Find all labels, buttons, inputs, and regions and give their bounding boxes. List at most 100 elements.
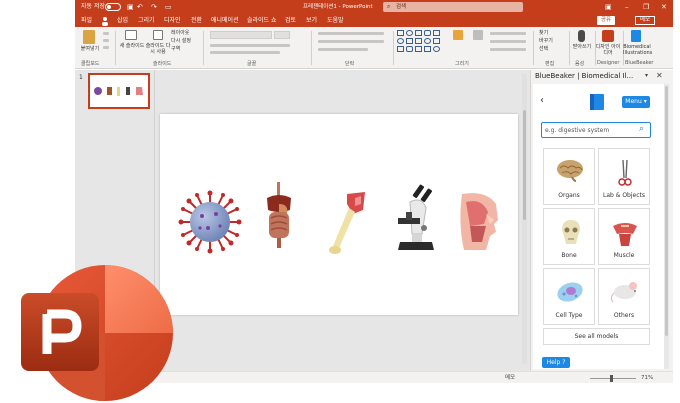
ribbon-display-icon[interactable]: ▣ [605, 2, 612, 12]
cell-icon [557, 282, 583, 302]
zoom-level[interactable]: 71% [641, 374, 653, 382]
microscope-icon[interactable] [392, 182, 438, 256]
group-editing: 편집 [545, 61, 555, 67]
category-label: Lab & Objects [603, 192, 645, 199]
slide-number: 1 [79, 74, 83, 81]
back-icon[interactable]: ‹ [540, 95, 544, 107]
search-icon[interactable]: ⌕ [639, 124, 644, 135]
tab-help[interactable]: 도움말 [327, 17, 344, 25]
group-designer: Designer [597, 60, 620, 66]
category-card-muscle[interactable]: Muscle [598, 208, 650, 265]
minimize-icon[interactable]: – [625, 2, 629, 12]
powerpoint-logo-icon [21, 265, 173, 401]
slide-canvas[interactable] [160, 114, 518, 315]
arrange-icon[interactable] [453, 30, 463, 40]
see-all-models-button[interactable]: See all models [543, 328, 650, 345]
app-window: 자동 저장 ▣ ↶ ↷ ▭ 프레젠테이션1 - PowerPoint ⌕ 검색 … [0, 0, 680, 403]
menu-button[interactable]: Menu ▾ [622, 96, 650, 108]
bluebeaker-ribbon-label[interactable]: Biomedical Illustrations [623, 44, 652, 56]
model-search-input[interactable] [545, 125, 635, 135]
group-clipboard: 클립보드 [81, 61, 100, 67]
bone-icon[interactable] [325, 190, 369, 256]
category-card-others[interactable]: Others [598, 268, 650, 325]
tab-draw[interactable]: 그리기 [138, 17, 155, 25]
pane-close-icon[interactable]: ✕ [656, 71, 663, 80]
forceps-icon [618, 159, 632, 186]
skull-icon [562, 220, 580, 244]
tab-design[interactable]: 디자인 [164, 17, 181, 25]
help-button[interactable]: Help ? [542, 357, 570, 368]
undo-icon[interactable]: ↶ [137, 2, 143, 12]
reset-button[interactable]: 다시 설정 [171, 38, 191, 44]
section-button[interactable]: 구역 [171, 46, 180, 52]
redo-icon[interactable]: ↷ [151, 2, 157, 12]
bluebeaker-ribbon-icon[interactable] [631, 30, 641, 42]
search-icon: ⌕ [387, 3, 391, 10]
shapes-gallery[interactable] [397, 30, 443, 54]
tab-file[interactable]: 파일 [81, 17, 92, 25]
tab-transitions[interactable]: 전환 [191, 17, 202, 25]
category-label: Cell Type [555, 312, 583, 319]
paste-label[interactable]: 붙여넣기 [78, 46, 102, 52]
model-search[interactable] [541, 122, 651, 138]
group-drawing: 그리기 [455, 61, 469, 67]
tab-review[interactable]: 검토 [285, 17, 296, 25]
replace-button[interactable]: 바꾸기 [539, 38, 553, 44]
quick-styles-icon[interactable] [473, 30, 483, 40]
tab-slideshow[interactable]: 슬라이드 쇼 [247, 17, 277, 25]
dictate-label[interactable]: 받아쓰기 [571, 44, 593, 50]
zoom-slider-thumb[interactable] [610, 375, 613, 382]
document-title: 프레젠테이션1 - PowerPoint [303, 4, 373, 10]
layout-button[interactable]: 레이아웃 [171, 30, 189, 36]
pane-options-icon[interactable]: ▾ [645, 72, 648, 79]
editor-scrollbar-thumb[interactable] [523, 110, 526, 220]
bluebeaker-logo [590, 94, 604, 110]
slide-thumbnail[interactable] [88, 73, 150, 109]
pane-title: BlueBeaker | Biomedical Il... [535, 72, 634, 80]
reuse-slides-label[interactable]: 슬라이드 다시 사용 [145, 43, 171, 55]
share-button[interactable]: 공유 [597, 16, 616, 25]
find-button[interactable]: 찾기 [539, 30, 548, 36]
thumbnail-preview [94, 87, 143, 96]
virus-icon[interactable] [178, 190, 242, 254]
head-anatomy-icon[interactable] [456, 190, 502, 252]
account-icon[interactable] [101, 16, 109, 26]
category-card-lab-objects[interactable]: Lab & Objects [598, 148, 650, 205]
paste-icon[interactable] [83, 30, 95, 44]
designer-label[interactable]: 디자인 아이디어 [595, 44, 621, 56]
title-bar: 자동 저장 ▣ ↶ ↷ ▭ 프레젠테이션1 - PowerPoint ⌕ 검색 … [75, 0, 673, 14]
select-button[interactable]: 선택 [539, 46, 548, 52]
category-label: Bone [561, 252, 577, 259]
tab-view[interactable]: 보기 [306, 17, 317, 25]
reuse-slides-icon[interactable] [153, 30, 163, 40]
restore-icon[interactable]: ❐ [643, 2, 649, 12]
new-slide-icon[interactable] [125, 30, 137, 40]
comments-button[interactable]: 메모 [635, 16, 656, 25]
brain-icon [557, 160, 583, 182]
group-slides: 슬라이드 [153, 61, 172, 67]
designer-icon[interactable] [602, 30, 614, 42]
present-icon[interactable]: ▭ [165, 2, 172, 12]
category-card-organs[interactable]: Organs [543, 148, 595, 205]
dictate-icon[interactable] [578, 30, 585, 42]
category-card-cell-type[interactable]: Cell Type [543, 268, 595, 325]
category-label: Muscle [613, 252, 635, 259]
category-card-bone[interactable]: Bone [543, 208, 595, 265]
digestive-organs-icon[interactable] [263, 182, 295, 252]
group-bluebeaker: BlueBeaker [625, 60, 654, 66]
font-family-select[interactable] [210, 31, 272, 39]
group-font: 글꼴 [247, 61, 257, 67]
pane-scrollbar-thumb[interactable] [665, 86, 668, 336]
font-size-select[interactable] [274, 31, 290, 39]
ribbon-tabs: 파일 삽입 그리기 디자인 전환 애니메이션 슬라이드 쇼 검토 보기 도움말 … [75, 14, 673, 27]
notes-button[interactable]: 메모 [505, 374, 515, 382]
autosave-toggle[interactable] [105, 3, 121, 11]
search-box[interactable]: ⌕ 검색 [383, 2, 523, 12]
zoom-slider[interactable] [590, 378, 636, 379]
mouse-icon [611, 282, 637, 303]
save-icon[interactable]: ▣ [127, 2, 134, 12]
close-icon[interactable]: ✕ [661, 2, 667, 12]
tab-insert[interactable]: 삽입 [117, 17, 128, 25]
new-slide-label[interactable]: 새 슬라이드 [119, 43, 145, 49]
tab-animations[interactable]: 애니메이션 [211, 17, 239, 25]
